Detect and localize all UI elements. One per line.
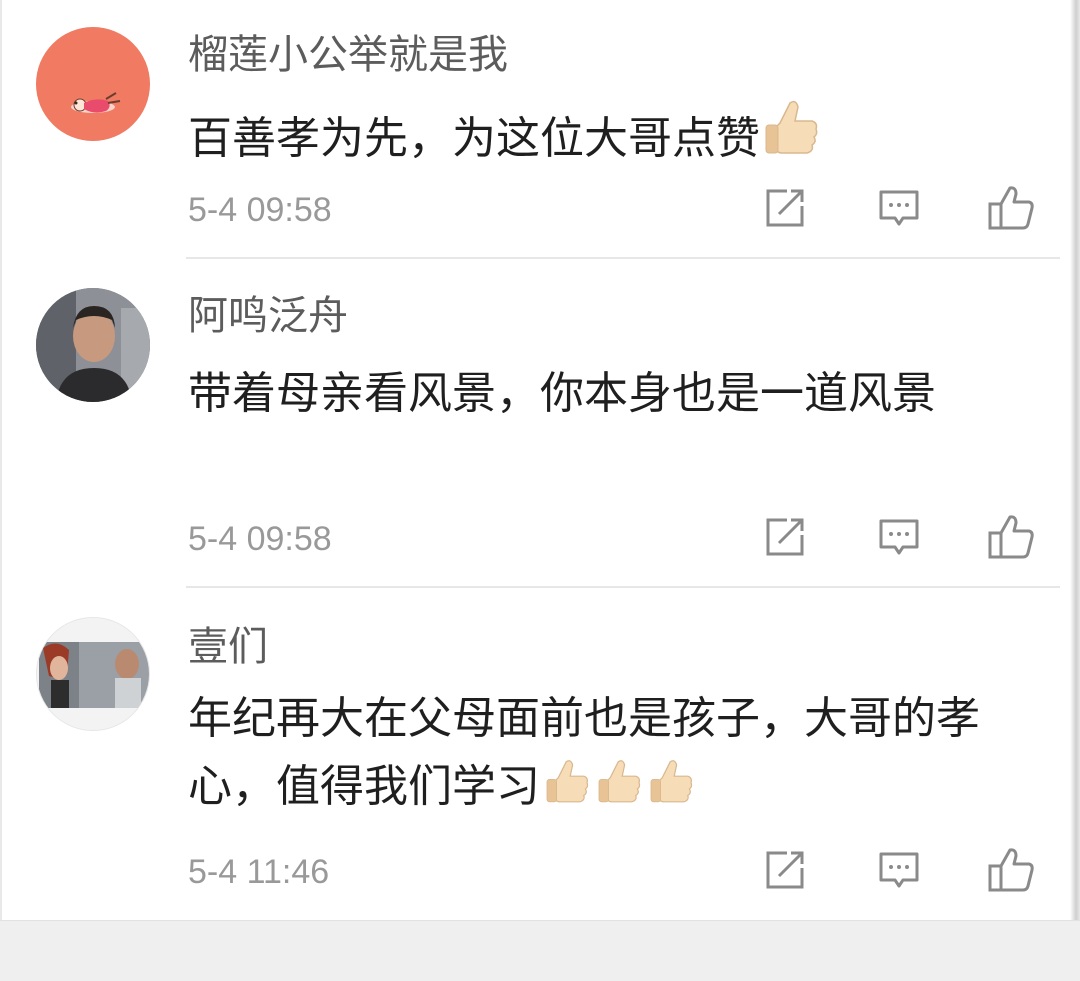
share-edit-icon (766, 851, 804, 889)
comment-list-page: 榴莲小公举就是我 百善孝为先，为这位大哥点赞 5-4 09:58 阿鸣泛舟 带着… (0, 0, 1080, 981)
movie-still-avatar-icon (37, 618, 149, 730)
comment-item: 壹们 年纪再大在父母面前也是孩子，大哥的孝心，值得我们学习 5-4 11:46 (0, 0, 1070, 920)
thumbs-up-emoji-icon (646, 757, 696, 825)
thumbs-up-emoji-icon (542, 757, 592, 825)
bottom-bar (0, 920, 1080, 981)
comment-icon (879, 852, 919, 888)
comment-text: 年纪再大在父母面前也是孩子，大哥的孝心，值得我们学习 (188, 685, 1038, 825)
forward-button[interactable] (760, 845, 810, 895)
avatar[interactable] (36, 617, 150, 731)
thumbs-up-emoji-icon (594, 757, 644, 825)
scrollbar-edge (1070, 0, 1080, 920)
comment-actions (760, 845, 1040, 895)
thumbs-up-icon (988, 848, 1034, 892)
username[interactable]: 壹们 (188, 623, 268, 671)
comment-time: 5-4 11:46 (188, 853, 330, 891)
like-button[interactable] (986, 845, 1036, 895)
reply-button[interactable] (874, 845, 924, 895)
